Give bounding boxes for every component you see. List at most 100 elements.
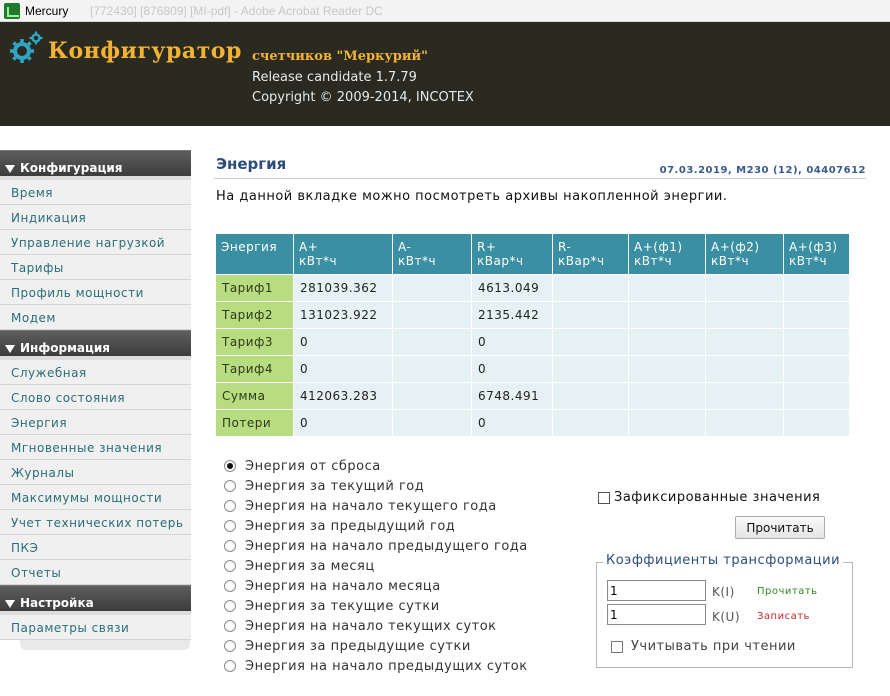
- table-row: Тариф3 0 0: [215, 328, 850, 356]
- sidebar-item-energy[interactable]: Энергия: [0, 410, 191, 435]
- sidebar-item-journals[interactable]: Журналы: [0, 460, 191, 485]
- table-cell: 0: [293, 328, 393, 356]
- device-info: 07.03.2019, M230 (12), 04407612: [659, 165, 866, 176]
- ki-label: K(I): [712, 585, 735, 599]
- table-cell: [552, 382, 629, 410]
- radio-button[interactable]: [224, 560, 236, 572]
- row-label: Тариф4: [215, 355, 294, 383]
- table-cell: [783, 409, 850, 437]
- sidebar-section-settings[interactable]: Настройка: [0, 585, 191, 611]
- write-coefficients-link[interactable]: Записать: [757, 611, 810, 622]
- radio-button[interactable]: [224, 640, 236, 652]
- sidebar-section-config[interactable]: Конфигурация: [0, 150, 191, 176]
- table-cell: 4613.049: [471, 274, 553, 302]
- sidebar-item-load-control[interactable]: Управление нагрузкой: [0, 230, 191, 255]
- radio-option-start-previous-day[interactable]: Энергия на начало предыдущих суток: [224, 656, 528, 676]
- fixed-values-checkbox[interactable]: [598, 491, 610, 504]
- radio-button[interactable]: [224, 500, 236, 512]
- table-cell: [392, 328, 472, 356]
- table-cell: [783, 328, 850, 356]
- row-label: Тариф2: [215, 301, 294, 329]
- fixed-values-option[interactable]: Зафиксированные значения: [598, 490, 820, 505]
- radio-option-start-previous-year[interactable]: Энергия на начало предыдущего года: [224, 536, 528, 556]
- table-cell: 0: [293, 409, 393, 437]
- consider-on-read-option[interactable]: Учитывать при чтении: [611, 639, 796, 654]
- table-row: Тариф2 131023.922 2135.442: [215, 301, 850, 329]
- radio-option-month[interactable]: Энергия за месяц: [224, 556, 528, 576]
- energy-period-options: Энергия от сброса Энергия за текущий год…: [224, 456, 528, 676]
- row-label: Тариф3: [215, 328, 294, 356]
- table-cell: 2135.442: [471, 301, 553, 329]
- energy-table: Энергия A+ кВт*ч A-кВт*ч R+ кВар*ч R-кВар*…: [215, 233, 850, 437]
- radio-option-start-month[interactable]: Энергия на начало месяца: [224, 576, 528, 596]
- radio-button[interactable]: [224, 620, 236, 632]
- window-titlebar: Mercury [772430] [876809] [MI-pdf] - Ado…: [0, 0, 890, 22]
- table-row: Сумма 412063.283 6748.491: [215, 382, 850, 410]
- radio-button[interactable]: [224, 520, 236, 532]
- sidebar-item-power-profile[interactable]: Профиль мощности: [0, 280, 191, 305]
- radio-button[interactable]: [224, 600, 236, 612]
- radio-option-since-reset[interactable]: Энергия от сброса: [224, 456, 528, 476]
- table-cell: [392, 355, 472, 383]
- ki-input[interactable]: [607, 580, 706, 601]
- table-cell: [783, 301, 850, 329]
- transformation-coefficients-legend: Коэффициенты трансформации: [603, 553, 844, 568]
- sidebar-item-time[interactable]: Время: [0, 176, 191, 205]
- table-cell: [705, 274, 784, 302]
- sidebar-item-pke[interactable]: ПКЭ: [0, 535, 191, 560]
- radio-button[interactable]: [224, 480, 236, 492]
- radio-button[interactable]: [224, 660, 236, 672]
- column-header: A+ кВт*ч: [293, 233, 393, 275]
- table-cell: [552, 274, 629, 302]
- radio-button[interactable]: [224, 580, 236, 592]
- table-cell: 0: [471, 409, 553, 437]
- column-header: A+(ф1) кВт*ч: [628, 233, 706, 275]
- page-description: На данной вкладке можно посмотреть архив…: [216, 189, 728, 204]
- column-header: A-кВт*ч: [392, 233, 472, 275]
- radio-option-previous-day[interactable]: Энергия за предыдущие сутки: [224, 636, 528, 656]
- gear-icon: [10, 31, 43, 63]
- radio-option-start-current-year[interactable]: Энергия на начало текущего года: [224, 496, 528, 516]
- sidebar-item-instant-values[interactable]: Мгновенные значения: [0, 435, 191, 460]
- sidebar-section-info[interactable]: Информация: [0, 330, 191, 356]
- app-subtitle: счетчиков "Меркурий": [252, 49, 428, 64]
- read-button[interactable]: Прочитать: [735, 516, 825, 539]
- table-cell: [783, 355, 850, 383]
- sidebar: Конфигурация Время Индикация Управление …: [0, 150, 191, 650]
- table-cell: [628, 274, 706, 302]
- sidebar-item-modem[interactable]: Модем: [0, 305, 191, 330]
- sidebar-item-technical-losses[interactable]: Учет технических потерь: [0, 510, 191, 535]
- sidebar-item-reports[interactable]: Отчеты: [0, 560, 191, 585]
- sidebar-item-indication[interactable]: Индикация: [0, 205, 191, 230]
- table-cell: [552, 328, 629, 356]
- radio-option-previous-year[interactable]: Энергия за предыдущий год: [224, 516, 528, 536]
- window-title-faded: [772430] [876809] [MI-pdf] - Adobe Acrob…: [90, 4, 383, 18]
- radio-option-start-current-day[interactable]: Энергия на начало текущих суток: [224, 616, 528, 636]
- column-header: R+ кВар*ч: [471, 233, 553, 275]
- table-cell: [705, 409, 784, 437]
- table-cell: 131023.922: [293, 301, 393, 329]
- table-cell: [628, 355, 706, 383]
- read-coefficients-link[interactable]: Прочитать: [757, 586, 818, 597]
- sidebar-item-tariffs[interactable]: Тарифы: [0, 255, 191, 280]
- triangle-down-icon: [5, 600, 15, 608]
- radio-button[interactable]: [224, 460, 236, 472]
- sidebar-item-status-word[interactable]: Слово состояния: [0, 385, 191, 410]
- table-cell: [392, 409, 472, 437]
- triangle-down-icon: [5, 345, 15, 353]
- app-icon: [4, 3, 20, 19]
- table-cell: [628, 409, 706, 437]
- sidebar-item-power-maximums[interactable]: Максимумы мощности: [0, 485, 191, 510]
- table-cell: 0: [293, 355, 393, 383]
- sidebar-item-connection-params[interactable]: Параметры связи: [0, 611, 191, 640]
- radio-button[interactable]: [224, 540, 236, 552]
- sidebar-item-service[interactable]: Служебная: [0, 356, 191, 385]
- consider-on-read-checkbox[interactable]: [611, 640, 623, 653]
- radio-option-current-year[interactable]: Энергия за текущий год: [224, 476, 528, 496]
- row-label: Тариф1: [215, 274, 294, 302]
- table-cell: [705, 301, 784, 329]
- app-brand: Конфигуратор: [48, 38, 242, 64]
- radio-option-current-day[interactable]: Энергия за текущие сутки: [224, 596, 528, 616]
- ku-input[interactable]: [607, 604, 706, 625]
- copyright-info: Copyright © 2009-2014, INCOTEX: [252, 90, 474, 105]
